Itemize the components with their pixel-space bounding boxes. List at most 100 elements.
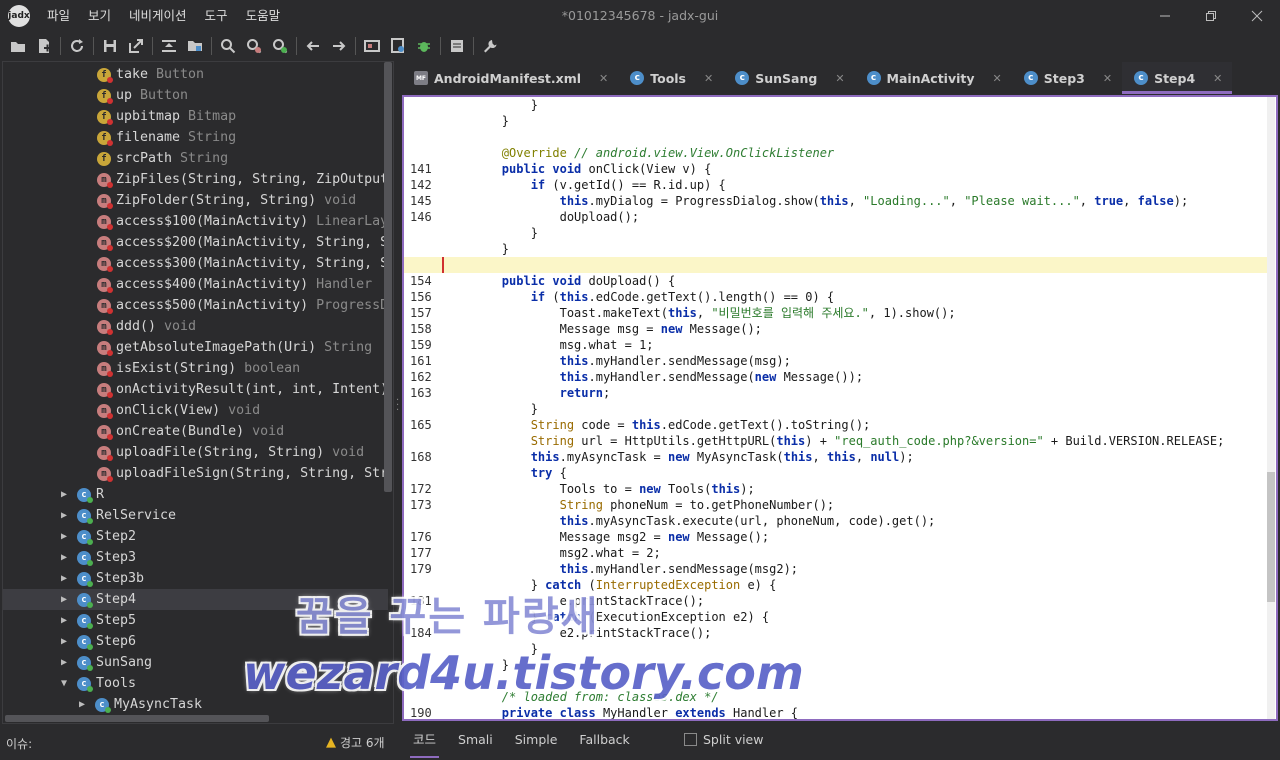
collapsed-arrow-icon[interactable]: ▶: [57, 573, 71, 584]
class-tree[interactable]: f take Button f up Button f upbitmap Bitmap f file…: [2, 61, 394, 724]
preferences-icon[interactable]: [477, 34, 503, 58]
tree-item[interactable]: ▶ c Step4: [3, 589, 388, 610]
code-token: String: [530, 434, 575, 448]
restore-icon[interactable]: [1188, 0, 1234, 32]
splitter-grip[interactable]: · · ·: [396, 396, 399, 416]
search-icon[interactable]: [215, 34, 241, 58]
minimize-icon[interactable]: [1142, 0, 1188, 32]
tree-vertical-scrollbar[interactable]: [384, 62, 392, 492]
tree-item[interactable]: ▶ c Step3b: [3, 568, 388, 589]
tree-item[interactable]: mZipFiles(String, String, ZipOutputStrea…: [3, 169, 388, 190]
flatten-packages-icon[interactable]: [182, 34, 208, 58]
tab-close-icon[interactable]: ✕: [993, 72, 1002, 85]
tree-item[interactable]: maccess$200(MainActivity, String, String…: [3, 232, 388, 253]
tree-item[interactable]: f take Button: [3, 64, 388, 85]
tree-item[interactable]: m ZipFolder(String, String) void: [3, 190, 388, 211]
collapsed-arrow-icon[interactable]: ▶: [57, 636, 71, 647]
split-view-toggle[interactable]: Split view: [684, 732, 763, 747]
debugger-icon[interactable]: [411, 34, 437, 58]
tree-item[interactable]: f up Button: [3, 85, 388, 106]
export-icon[interactable]: [123, 34, 149, 58]
menu-navigation[interactable]: 네비게이션: [120, 0, 196, 32]
editor-vertical-scrollbar[interactable]: [1267, 97, 1275, 719]
expanded-arrow-icon[interactable]: ▼: [57, 678, 71, 689]
tree-item[interactable]: m ddd() void: [3, 316, 388, 337]
back-icon[interactable]: [300, 34, 326, 58]
tree-item[interactable]: m getAbsoluteImagePath(Uri) String: [3, 337, 388, 358]
find-class-icon[interactable]: [241, 34, 267, 58]
tree-item[interactable]: ▶ c Step6: [3, 631, 388, 652]
find-usage-icon[interactable]: [267, 34, 293, 58]
editor-tab[interactable]: c SunSang ✕: [723, 62, 854, 94]
tab-close-icon[interactable]: ✕: [1213, 72, 1222, 85]
code-editor[interactable]: } } @Override // android.view.View.OnCli…: [402, 95, 1278, 721]
tree-item[interactable]: f srcPath String: [3, 148, 388, 169]
tab-close-icon[interactable]: ✕: [704, 72, 713, 85]
tree-item[interactable]: f upbitmap Bitmap: [3, 106, 388, 127]
tree-item[interactable]: m onActivityResult(int, int, Intent): [3, 379, 388, 400]
editor-tab[interactable]: MF AndroidManifest.xml ✕: [402, 62, 618, 94]
code-mode-tab[interactable]: Smali: [447, 724, 504, 760]
tree-item[interactable]: m onClick(View) void: [3, 400, 388, 421]
menu-help[interactable]: 도움말: [237, 0, 290, 32]
tree-item[interactable]: muploadFileSign(String, String, String): [3, 463, 388, 484]
editor-tab[interactable]: c Tools ✕: [618, 62, 723, 94]
collapsed-arrow-icon[interactable]: ▶: [57, 531, 71, 542]
tree-item[interactable]: ▶ c Step2: [3, 526, 388, 547]
code-mode-tab[interactable]: 코드: [402, 724, 447, 760]
forward-icon[interactable]: [326, 34, 352, 58]
tree-item[interactable]: m isExist(String) boolean: [3, 358, 388, 379]
collapsed-arrow-icon[interactable]: ▶: [57, 657, 71, 668]
tab-close-icon[interactable]: ✕: [599, 72, 608, 85]
open-folder-icon[interactable]: [5, 34, 31, 58]
split-view-checkbox[interactable]: [684, 733, 697, 746]
editor-tab[interactable]: c Step3 ✕: [1012, 62, 1122, 94]
editor-scroll-thumb[interactable]: [1267, 472, 1275, 602]
tree-item[interactable]: ▼ c Tools: [3, 673, 388, 694]
collapsed-arrow-icon[interactable]: ▶: [57, 594, 71, 605]
tree-horizontal-scrollbar[interactable]: [5, 715, 269, 722]
tree-item[interactable]: ▶ c RelService: [3, 505, 388, 526]
tab-close-icon[interactable]: ✕: [1103, 72, 1112, 85]
log-viewer-icon[interactable]: [444, 34, 470, 58]
tree-item[interactable]: m access$400(MainActivity) Handler: [3, 274, 388, 295]
tree-item[interactable]: ▶ c MyAsyncTask: [3, 694, 388, 715]
tab-close-icon[interactable]: ✕: [835, 72, 844, 85]
add-files-icon[interactable]: [31, 34, 57, 58]
tree-item[interactable]: ▶ c SunSang: [3, 652, 388, 673]
deobfuscation-icon[interactable]: [359, 34, 385, 58]
warnings-indicator[interactable]: ▲ 경고 6개: [326, 734, 385, 751]
tree-item-type: Handler: [316, 277, 373, 292]
tree-item[interactable]: m onCreate(Bundle) void: [3, 421, 388, 442]
collapsed-arrow-icon[interactable]: ▶: [57, 615, 71, 626]
tree-item[interactable]: ▶ c R: [3, 484, 388, 505]
quark-icon[interactable]: [385, 34, 411, 58]
code-token: e.printStackTrace();: [444, 594, 705, 608]
code-mode-tab[interactable]: Simple: [504, 724, 569, 760]
tree-item[interactable]: maccess$500(MainActivity) ProgressDialog: [3, 295, 388, 316]
tree-item[interactable]: ▶ c Step5: [3, 610, 388, 631]
tree-item[interactable]: f filename String: [3, 127, 388, 148]
collapsed-arrow-icon[interactable]: ▶: [75, 699, 89, 710]
close-icon[interactable]: [1234, 0, 1280, 32]
collapsed-arrow-icon[interactable]: ▶: [57, 552, 71, 563]
collapsed-arrow-icon[interactable]: ▶: [57, 510, 71, 521]
code-mode-tab[interactable]: Fallback: [568, 724, 640, 760]
tree-item[interactable]: ▶ c Step3: [3, 547, 388, 568]
tree-item[interactable]: maccess$100(MainActivity) LinearLayout: [3, 211, 388, 232]
save-icon[interactable]: [97, 34, 123, 58]
access-modifier-dot: [107, 412, 113, 419]
code-token: doUpload() {: [581, 274, 676, 288]
sync-tree-icon[interactable]: [156, 34, 182, 58]
collapsed-arrow-icon[interactable]: ▶: [57, 489, 71, 500]
menu-file[interactable]: 파일: [38, 0, 79, 32]
editor-tab[interactable]: c MainActivity ✕: [855, 62, 1012, 94]
tree-item[interactable]: m uploadFile(String, String) void: [3, 442, 388, 463]
reload-icon[interactable]: [64, 34, 90, 58]
menu-view[interactable]: 보기: [79, 0, 120, 32]
tree-item[interactable]: maccess$300(MainActivity, String, String…: [3, 253, 388, 274]
editor-tab[interactable]: c Step4 ✕: [1122, 62, 1233, 94]
menu-tools[interactable]: 도구: [196, 0, 237, 32]
code-token: ,: [1079, 194, 1095, 208]
split-view-label: Split view: [703, 732, 764, 747]
